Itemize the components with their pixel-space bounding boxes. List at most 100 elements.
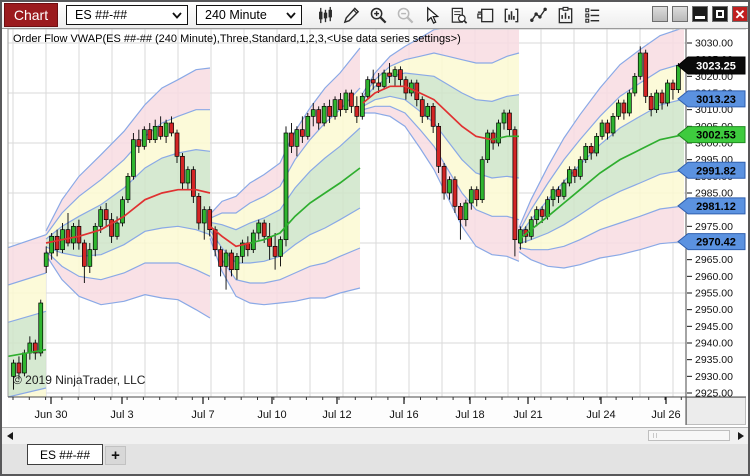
candle-body xyxy=(387,72,392,77)
candle-body xyxy=(120,199,125,224)
tab-es-instrument[interactable]: ES ##-## xyxy=(27,444,103,465)
indicator-label[interactable]: Order Flow VWAP(ES ##-## (240 Minute),Th… xyxy=(13,33,461,45)
candle-body xyxy=(670,82,676,91)
close-button[interactable]: ✕ xyxy=(732,6,748,22)
scroll-left-icon[interactable] xyxy=(7,432,13,440)
scroll-right-icon[interactable] xyxy=(738,432,744,440)
candle-body xyxy=(588,145,594,154)
candle-body xyxy=(501,112,507,124)
zoom-out-icon xyxy=(393,4,417,26)
window-button-2[interactable] xyxy=(672,6,688,22)
price-tick-label: 2965.00 xyxy=(695,254,733,266)
price-tick-label: 2925.00 xyxy=(695,387,733,399)
candle-body xyxy=(256,222,262,234)
price-badge-value: 3002.53 xyxy=(696,130,736,142)
cursor-icon[interactable] xyxy=(420,4,444,26)
candle-body xyxy=(632,75,638,94)
candle-body xyxy=(147,129,153,141)
horizontal-scrollbar[interactable] xyxy=(2,427,748,444)
candle-body xyxy=(468,189,474,204)
candle-body xyxy=(65,229,71,244)
price-badge-value: 2981.12 xyxy=(696,201,736,213)
data-box-icon[interactable] xyxy=(447,4,471,26)
candle-body xyxy=(659,92,665,104)
candle-body xyxy=(81,242,87,267)
candle-body xyxy=(654,92,659,111)
candle-body xyxy=(54,235,60,251)
date-label: Jul 10 xyxy=(257,409,286,421)
candle-body xyxy=(430,105,436,127)
price-badge-value: 2991.82 xyxy=(696,165,736,177)
candle-body xyxy=(474,189,480,201)
candle-body xyxy=(665,82,670,104)
candle-body xyxy=(201,209,207,224)
chart-window: Chart ES ##-## 240 Minute ✕ 3030.003025.… xyxy=(0,0,750,476)
candle-body xyxy=(512,129,518,241)
drawing-tools-icon[interactable] xyxy=(527,4,551,26)
candle-body xyxy=(626,92,632,114)
chart-canvas[interactable]: 3030.003025.003020.003015.003010.003005.… xyxy=(2,29,748,427)
candle-body xyxy=(114,222,120,237)
date-label: Jul 26 xyxy=(651,409,680,421)
price-badge-value: 2970.42 xyxy=(696,237,736,249)
title-bar: Chart ES ##-## 240 Minute ✕ xyxy=(2,2,748,29)
indicators-icon[interactable] xyxy=(500,4,524,26)
candle-body xyxy=(452,179,458,207)
candle-body xyxy=(174,132,180,157)
candle-body xyxy=(496,122,501,144)
candle-body xyxy=(676,65,681,91)
candle-body xyxy=(125,175,131,201)
zoom-in-icon[interactable] xyxy=(366,4,390,26)
candle-body xyxy=(316,109,322,124)
candle-body xyxy=(98,209,104,227)
candle-body xyxy=(163,122,169,137)
candle-body xyxy=(447,179,452,194)
candle-body xyxy=(43,252,49,267)
candle-body xyxy=(332,99,338,117)
chart-style-icon[interactable] xyxy=(313,4,337,26)
candle-body xyxy=(425,105,431,117)
candle-body xyxy=(22,352,27,374)
candle-body xyxy=(616,102,621,117)
window-button-1[interactable] xyxy=(652,6,668,22)
window-bottom-edge xyxy=(2,466,748,474)
candle-body xyxy=(441,165,447,194)
candle-body xyxy=(567,169,572,184)
price-tick-label: 2975.00 xyxy=(695,221,733,233)
candle-body xyxy=(490,132,496,144)
interval-selector[interactable]: 240 Minute xyxy=(196,5,302,25)
candle-body xyxy=(376,82,381,87)
instrument-selector[interactable]: ES ##-## xyxy=(66,5,188,25)
candle-body xyxy=(637,52,643,77)
candle-body xyxy=(103,209,109,221)
report-icon[interactable] xyxy=(553,4,577,26)
minimize-button[interactable] xyxy=(692,6,708,22)
candle-body xyxy=(643,52,649,97)
date-label: Jul 21 xyxy=(513,409,542,421)
properties-icon[interactable] xyxy=(580,4,604,26)
date-label: Jul 3 xyxy=(110,409,133,421)
draw-icon[interactable] xyxy=(340,4,364,26)
candle-body xyxy=(294,129,300,147)
chevron-down-icon xyxy=(172,11,182,19)
add-tab-button[interactable]: + xyxy=(105,446,126,465)
panel-icon[interactable] xyxy=(473,4,497,26)
instrument-selector-value: ES ##-## xyxy=(75,8,128,22)
price-tick-label: 2955.00 xyxy=(695,287,733,299)
candle-body xyxy=(229,252,234,271)
candle-body xyxy=(327,105,332,117)
candle-body xyxy=(561,182,567,197)
candle-body xyxy=(300,129,305,137)
date-label: Jul 24 xyxy=(586,409,615,421)
restore-button[interactable] xyxy=(712,6,728,22)
candle-body xyxy=(550,189,556,201)
candle-body xyxy=(92,225,98,251)
price-tick-label: 2945.00 xyxy=(695,321,733,333)
candle-body xyxy=(349,92,354,107)
candle-body xyxy=(594,135,600,154)
candle-body xyxy=(572,169,578,177)
candle-body xyxy=(136,139,142,147)
scrollbar-thumb[interactable] xyxy=(648,430,730,441)
date-label: Jul 7 xyxy=(191,409,214,421)
candle-body xyxy=(545,199,550,217)
